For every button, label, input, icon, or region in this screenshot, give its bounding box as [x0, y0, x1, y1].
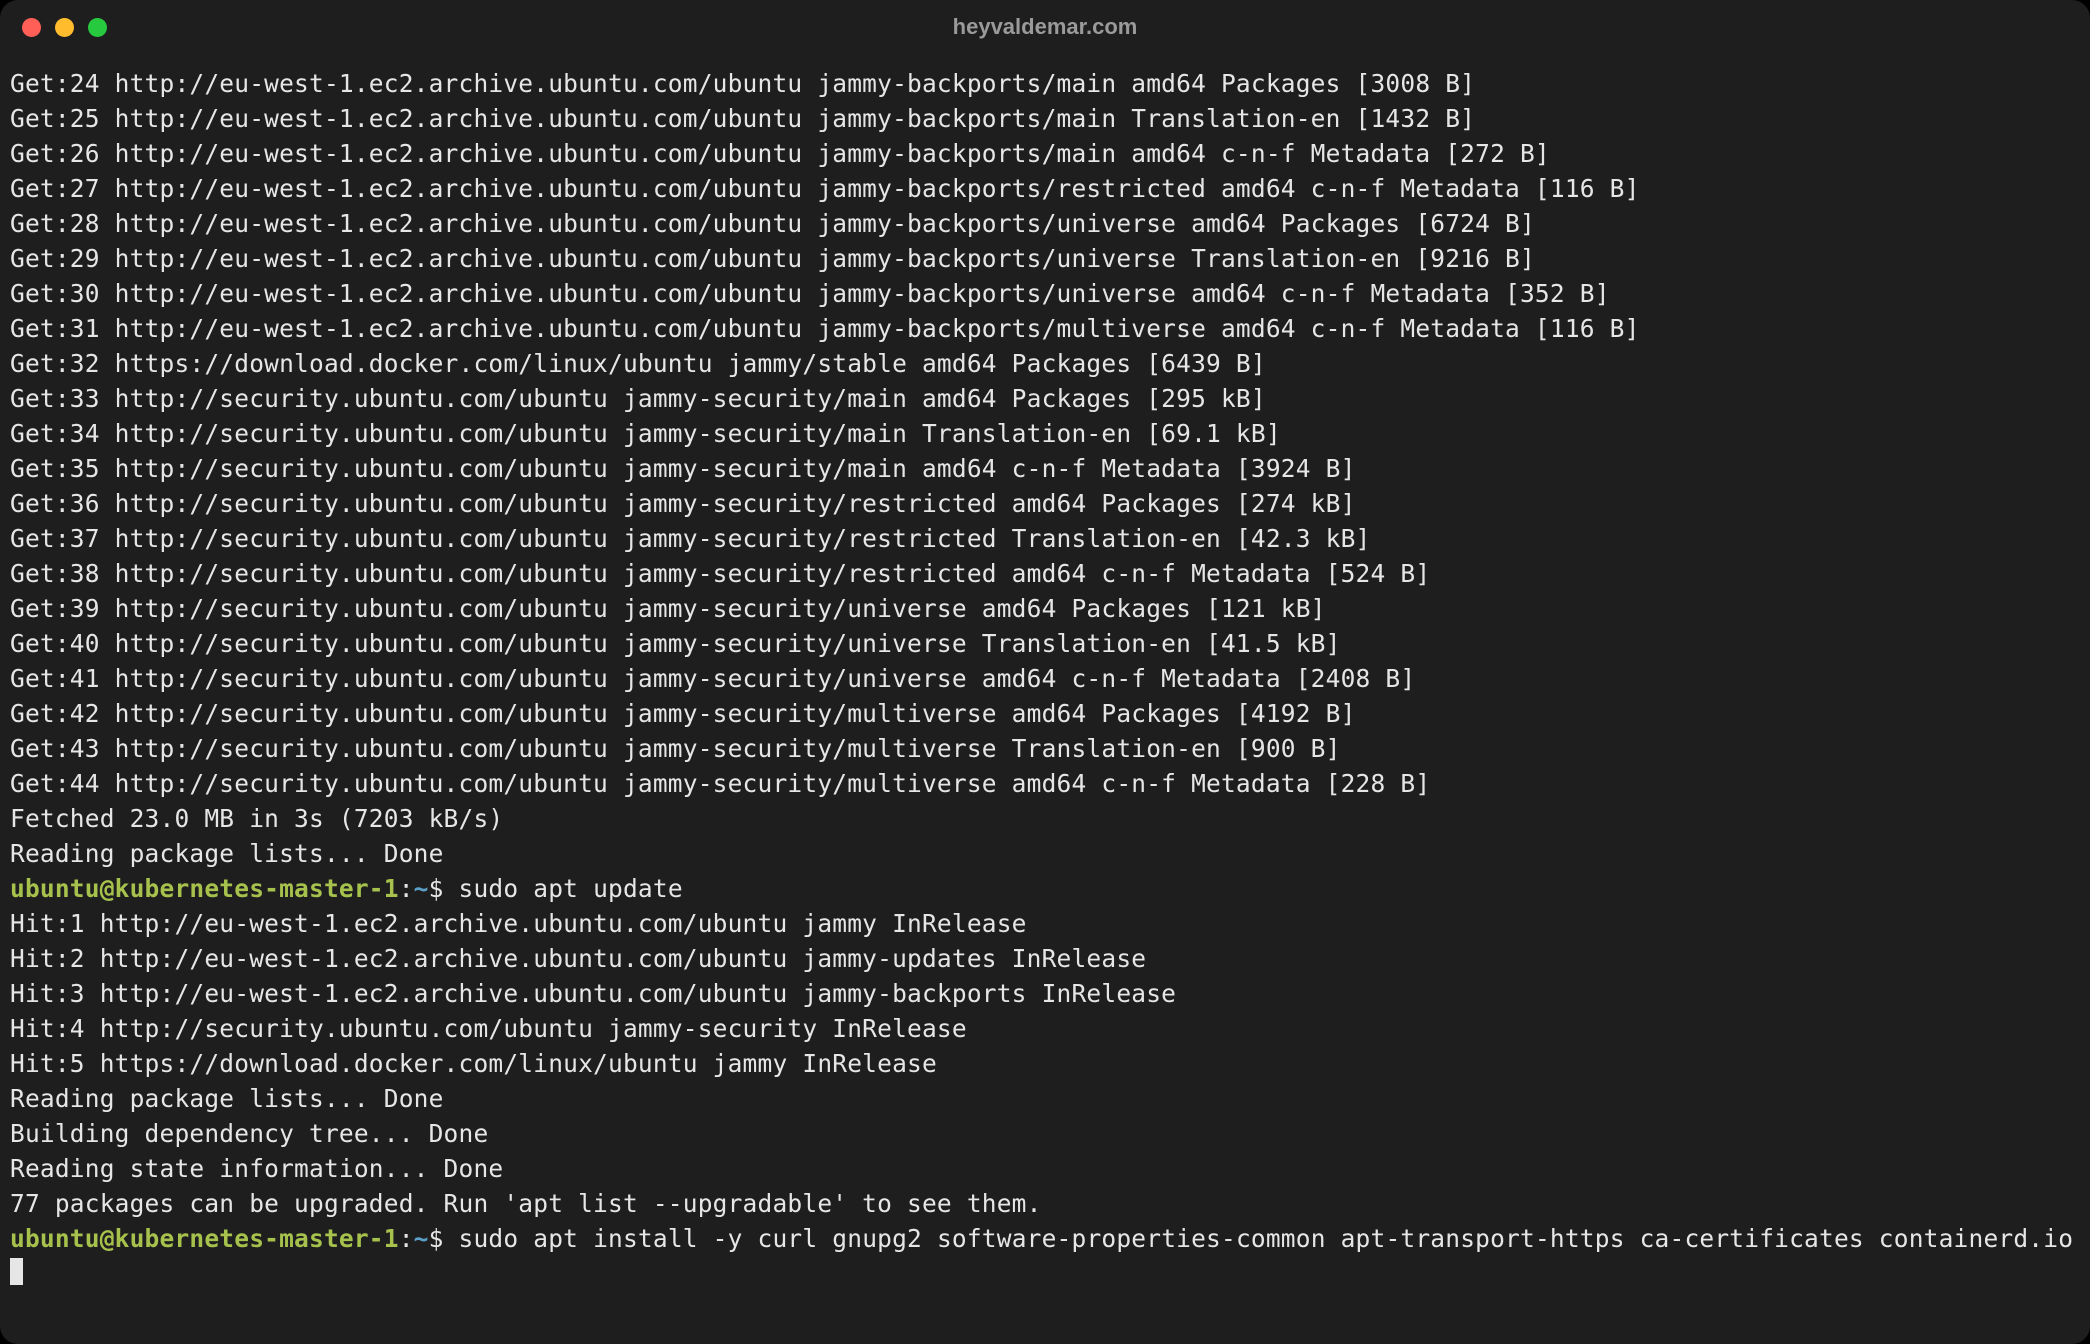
prompt-user: ubuntu@kubernetes-master-1: [10, 1224, 399, 1253]
terminal-window: heyvaldemar.com Get:24 http://eu-west-1.…: [0, 0, 2090, 1344]
output-line: Get:40 http://security.ubuntu.com/ubuntu…: [10, 629, 1341, 658]
prompt-path: ~: [414, 1224, 429, 1253]
output-line: Hit:1 http://eu-west-1.ec2.archive.ubunt…: [10, 909, 1027, 938]
output-line: 77 packages can be upgraded. Run 'apt li…: [10, 1189, 1042, 1218]
cursor-icon: [10, 1258, 23, 1285]
output-line: Fetched 23.0 MB in 3s (7203 kB/s): [10, 804, 503, 833]
output-line: Get:25 http://eu-west-1.ec2.archive.ubun…: [10, 104, 1475, 133]
output-line: Get:35 http://security.ubuntu.com/ubuntu…: [10, 454, 1356, 483]
output-line: Get:33 http://security.ubuntu.com/ubuntu…: [10, 384, 1266, 413]
traffic-lights: [22, 18, 107, 37]
output-line: Get:26 http://eu-west-1.ec2.archive.ubun…: [10, 139, 1550, 168]
command-text: sudo apt update: [459, 874, 683, 903]
output-line: Get:36 http://security.ubuntu.com/ubuntu…: [10, 489, 1356, 518]
output-line: Get:28 http://eu-west-1.ec2.archive.ubun…: [10, 209, 1535, 238]
prompt-line: ubuntu@kubernetes-master-1:~$ sudo apt i…: [10, 1224, 2073, 1288]
titlebar: heyvaldemar.com: [0, 0, 2090, 54]
output-line: Get:43 http://security.ubuntu.com/ubuntu…: [10, 734, 1341, 763]
output-line: Get:37 http://security.ubuntu.com/ubuntu…: [10, 524, 1370, 553]
output-line: Reading package lists... Done: [10, 839, 444, 868]
output-line: Get:27 http://eu-west-1.ec2.archive.ubun…: [10, 174, 1640, 203]
output-line: Get:42 http://security.ubuntu.com/ubuntu…: [10, 699, 1356, 728]
output-line: Hit:4 http://security.ubuntu.com/ubuntu …: [10, 1014, 967, 1043]
prompt-user: ubuntu@kubernetes-master-1: [10, 874, 399, 903]
output-line: Get:32 https://download.docker.com/linux…: [10, 349, 1266, 378]
output-line: Get:31 http://eu-west-1.ec2.archive.ubun…: [10, 314, 1640, 343]
output-line: Hit:2 http://eu-west-1.ec2.archive.ubunt…: [10, 944, 1146, 973]
window-title: heyvaldemar.com: [0, 14, 2090, 40]
output-line: Hit:5 https://download.docker.com/linux/…: [10, 1049, 937, 1078]
prompt-sep: :: [399, 874, 414, 903]
close-icon[interactable]: [22, 18, 41, 37]
minimize-icon[interactable]: [55, 18, 74, 37]
output-line: Get:29 http://eu-west-1.ec2.archive.ubun…: [10, 244, 1535, 273]
output-line: Get:24 http://eu-west-1.ec2.archive.ubun…: [10, 69, 1475, 98]
prompt-line: ubuntu@kubernetes-master-1:~$ sudo apt u…: [10, 874, 683, 903]
prompt-path: ~: [414, 874, 429, 903]
output-line: Get:30 http://eu-west-1.ec2.archive.ubun…: [10, 279, 1610, 308]
output-line: Get:44 http://security.ubuntu.com/ubuntu…: [10, 769, 1430, 798]
command-text: sudo apt install -y curl gnupg2 software…: [459, 1224, 2074, 1253]
output-line: Hit:3 http://eu-west-1.ec2.archive.ubunt…: [10, 979, 1176, 1008]
prompt-sep: :: [399, 1224, 414, 1253]
zoom-icon[interactable]: [88, 18, 107, 37]
terminal-body[interactable]: Get:24 http://eu-west-1.ec2.archive.ubun…: [0, 54, 2090, 1301]
prompt-dollar: $: [429, 874, 459, 903]
output-line: Get:39 http://security.ubuntu.com/ubuntu…: [10, 594, 1326, 623]
output-line: Building dependency tree... Done: [10, 1119, 488, 1148]
output-line: Get:41 http://security.ubuntu.com/ubuntu…: [10, 664, 1415, 693]
output-line: Get:38 http://security.ubuntu.com/ubuntu…: [10, 559, 1430, 588]
output-line: Reading package lists... Done: [10, 1084, 444, 1113]
prompt-dollar: $: [429, 1224, 459, 1253]
output-line: Reading state information... Done: [10, 1154, 503, 1183]
output-line: Get:34 http://security.ubuntu.com/ubuntu…: [10, 419, 1281, 448]
